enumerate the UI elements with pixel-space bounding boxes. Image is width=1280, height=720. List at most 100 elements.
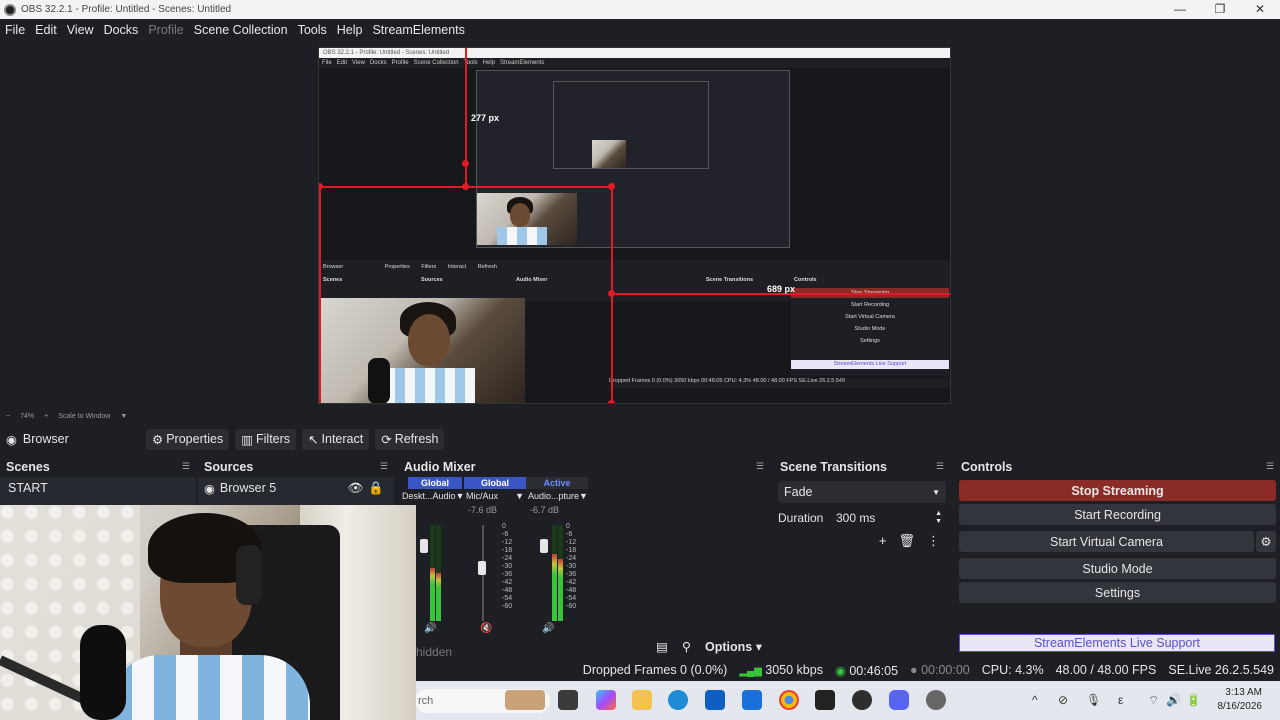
stream-time-value: 00:46:05 xyxy=(849,663,899,678)
properties-button[interactable]: ⚙ Properties xyxy=(146,428,230,450)
taskbar-clock[interactable]: 3:13 AM 8/16/2026 xyxy=(1218,686,1263,714)
tray-battery-icon[interactable]: 🔋 xyxy=(1186,693,1201,707)
dock-menu-icon[interactable]: ☰ xyxy=(936,461,944,472)
tray-mic-icon[interactable]: 🎙 xyxy=(1086,693,1101,707)
speaker-icon[interactable]: 🔊 xyxy=(542,623,554,634)
bitrate-status: ▂▄▆ 3050 kbps xyxy=(739,663,823,677)
tray-chevron-up-icon[interactable]: ^ xyxy=(1032,693,1038,707)
transform-handle-mr[interactable] xyxy=(608,290,615,297)
refresh-button[interactable]: ⟳ Refresh xyxy=(375,428,445,450)
menu-docks[interactable]: Docks xyxy=(99,23,144,37)
chrome-icon[interactable] xyxy=(779,690,799,710)
layout-icon[interactable]: ▤ xyxy=(656,639,668,654)
menu-edit[interactable]: Edit xyxy=(30,23,62,37)
dock-menu-icon[interactable]: ☰ xyxy=(756,461,764,472)
menu-tools[interactable]: Tools xyxy=(293,23,332,37)
stop-streaming-button[interactable]: Stop Streaming xyxy=(959,480,1276,501)
studio-mode-button[interactable]: Studio Mode xyxy=(959,558,1276,579)
transform-handle-tc[interactable] xyxy=(462,183,469,190)
channel-name[interactable]: Deskt...Audio ▼ xyxy=(400,489,464,503)
filters-button[interactable]: ▥ Filters xyxy=(235,428,297,450)
menu-streamelements[interactable]: StreamElements xyxy=(367,23,469,37)
virtual-camera-settings-gear-icon[interactable]: ⚙ xyxy=(1256,531,1276,552)
window-titlebar: OBS 32.2.1 - Profile: Untitled - Scenes:… xyxy=(0,0,1280,19)
transition-select[interactable]: Fade ▼ xyxy=(778,481,946,503)
dock-menu-icon[interactable]: ☰ xyxy=(1266,461,1274,472)
dock-menu-icon[interactable]: ☰ xyxy=(182,461,190,472)
more-icon[interactable]: ⋮ xyxy=(927,533,940,549)
minimize-button[interactable]: — xyxy=(1160,0,1200,19)
se-version: SE.Live 26.2.5.549 xyxy=(1168,663,1274,677)
zoom-in-icon[interactable]: + xyxy=(44,413,48,420)
channel-name-label: Audio...pture xyxy=(528,491,580,501)
controls-header: Controls ☰ xyxy=(955,458,1280,475)
start-recording-button[interactable]: Start Recording xyxy=(959,504,1276,525)
visibility-eye-icon[interactable]: 👁 xyxy=(348,481,364,496)
menu-profile[interactable]: Profile xyxy=(143,23,188,37)
bitrate-value: 3050 kbps xyxy=(765,663,823,677)
close-button[interactable]: ✕ xyxy=(1240,0,1280,19)
task-view-icon[interactable] xyxy=(558,690,578,710)
link-icon[interactable]: ⚲ xyxy=(682,639,691,654)
clock-time: 3:13 AM xyxy=(1225,687,1262,698)
record-time-value: 00:00:00 xyxy=(921,663,970,677)
program-preview[interactable]: OBS 32.2.1 - Profile: Untitled - Scenes:… xyxy=(318,47,951,404)
duration-spinbox[interactable]: 300 ms ▲ ▼ xyxy=(832,508,946,528)
menu-help[interactable]: Help xyxy=(332,23,368,37)
tray-network-off-icon[interactable]: ⊘ xyxy=(1058,693,1068,707)
cpu-usage: CPU: 4.3% xyxy=(981,663,1044,677)
lock-icon[interactable]: 🔒 xyxy=(368,481,384,496)
nested-webcam-small xyxy=(592,140,626,168)
discord-icon[interactable] xyxy=(889,690,909,710)
speaker-icon[interactable]: 🔊 xyxy=(424,623,436,634)
transform-handle-tl[interactable] xyxy=(319,183,323,190)
chevron-down-icon: ▼ xyxy=(932,487,940,497)
zoom-out-icon[interactable]: − xyxy=(6,413,10,420)
controls-body: Stop Streaming Start Recording Start Vir… xyxy=(955,477,1280,658)
trash-icon[interactable]: 🗑 xyxy=(898,533,915,549)
file-explorer-icon[interactable] xyxy=(632,690,652,710)
streamelements-support-button[interactable]: StreamElements Live Support xyxy=(959,634,1275,652)
menu-file[interactable]: File xyxy=(0,23,30,37)
tray-wifi-icon[interactable]: ⌔ xyxy=(1148,693,1159,708)
maximize-button[interactable]: ❐ xyxy=(1200,0,1240,19)
scene-item[interactable]: START xyxy=(0,477,196,499)
settings-gear-icon[interactable] xyxy=(926,690,946,710)
chevron-down-icon: ▼ xyxy=(579,491,588,501)
interact-button[interactable]: ↖ Interact xyxy=(302,428,370,450)
menu-scene-collection[interactable]: Scene Collection xyxy=(189,23,293,37)
zoom-mode[interactable]: Scale to Window xyxy=(58,413,110,420)
volume-fader[interactable] xyxy=(540,539,548,553)
nested-scenes-header: Scenes xyxy=(323,277,343,283)
tray-language-icon[interactable]: ε xyxy=(1118,693,1123,707)
controls-dock: Controls ☰ Stop Streaming Start Recordin… xyxy=(955,458,1280,658)
start-virtual-camera-button[interactable]: Start Virtual Camera xyxy=(959,531,1254,552)
mute-icon[interactable]: 🔇 xyxy=(480,623,492,634)
store-icon[interactable] xyxy=(705,690,725,710)
transform-handle-tr[interactable] xyxy=(608,183,615,190)
volume-fader[interactable] xyxy=(420,539,428,553)
channel-name[interactable]: Audio...pture ▼ xyxy=(526,489,588,503)
controls-title: Controls xyxy=(961,459,1013,474)
source-item[interactable]: ◉ Browser 5 👁 🔒 xyxy=(198,477,394,499)
add-icon[interactable]: + xyxy=(879,533,887,549)
copilot-icon[interactable] xyxy=(596,690,616,710)
duration-label: Duration xyxy=(778,511,824,525)
transform-handle-br[interactable] xyxy=(608,400,615,403)
obs-taskbar-icon[interactable] xyxy=(852,690,872,710)
channel-name[interactable]: Mic/Aux ▼ xyxy=(464,489,526,503)
dock-menu-icon[interactable]: ☰ xyxy=(380,461,388,472)
tray-volume-icon[interactable]: 🔊 xyxy=(1166,693,1181,707)
edge-icon[interactable] xyxy=(668,690,688,710)
mail-icon[interactable] xyxy=(742,690,762,710)
preview-webcam-source[interactable] xyxy=(320,298,525,403)
zoom-dropdown-icon[interactable]: ▼ xyxy=(120,413,127,420)
menu-view[interactable]: View xyxy=(62,23,99,37)
options-button[interactable]: Options ▾ xyxy=(705,639,762,654)
settings-button[interactable]: Settings xyxy=(959,582,1276,603)
sources-header: Sources ☰ xyxy=(198,458,394,475)
transform-handle-top[interactable] xyxy=(462,160,469,167)
epic-games-icon[interactable] xyxy=(815,690,835,710)
volume-fader[interactable] xyxy=(478,561,486,575)
spin-arrows-icon[interactable]: ▲ ▼ xyxy=(935,510,942,526)
